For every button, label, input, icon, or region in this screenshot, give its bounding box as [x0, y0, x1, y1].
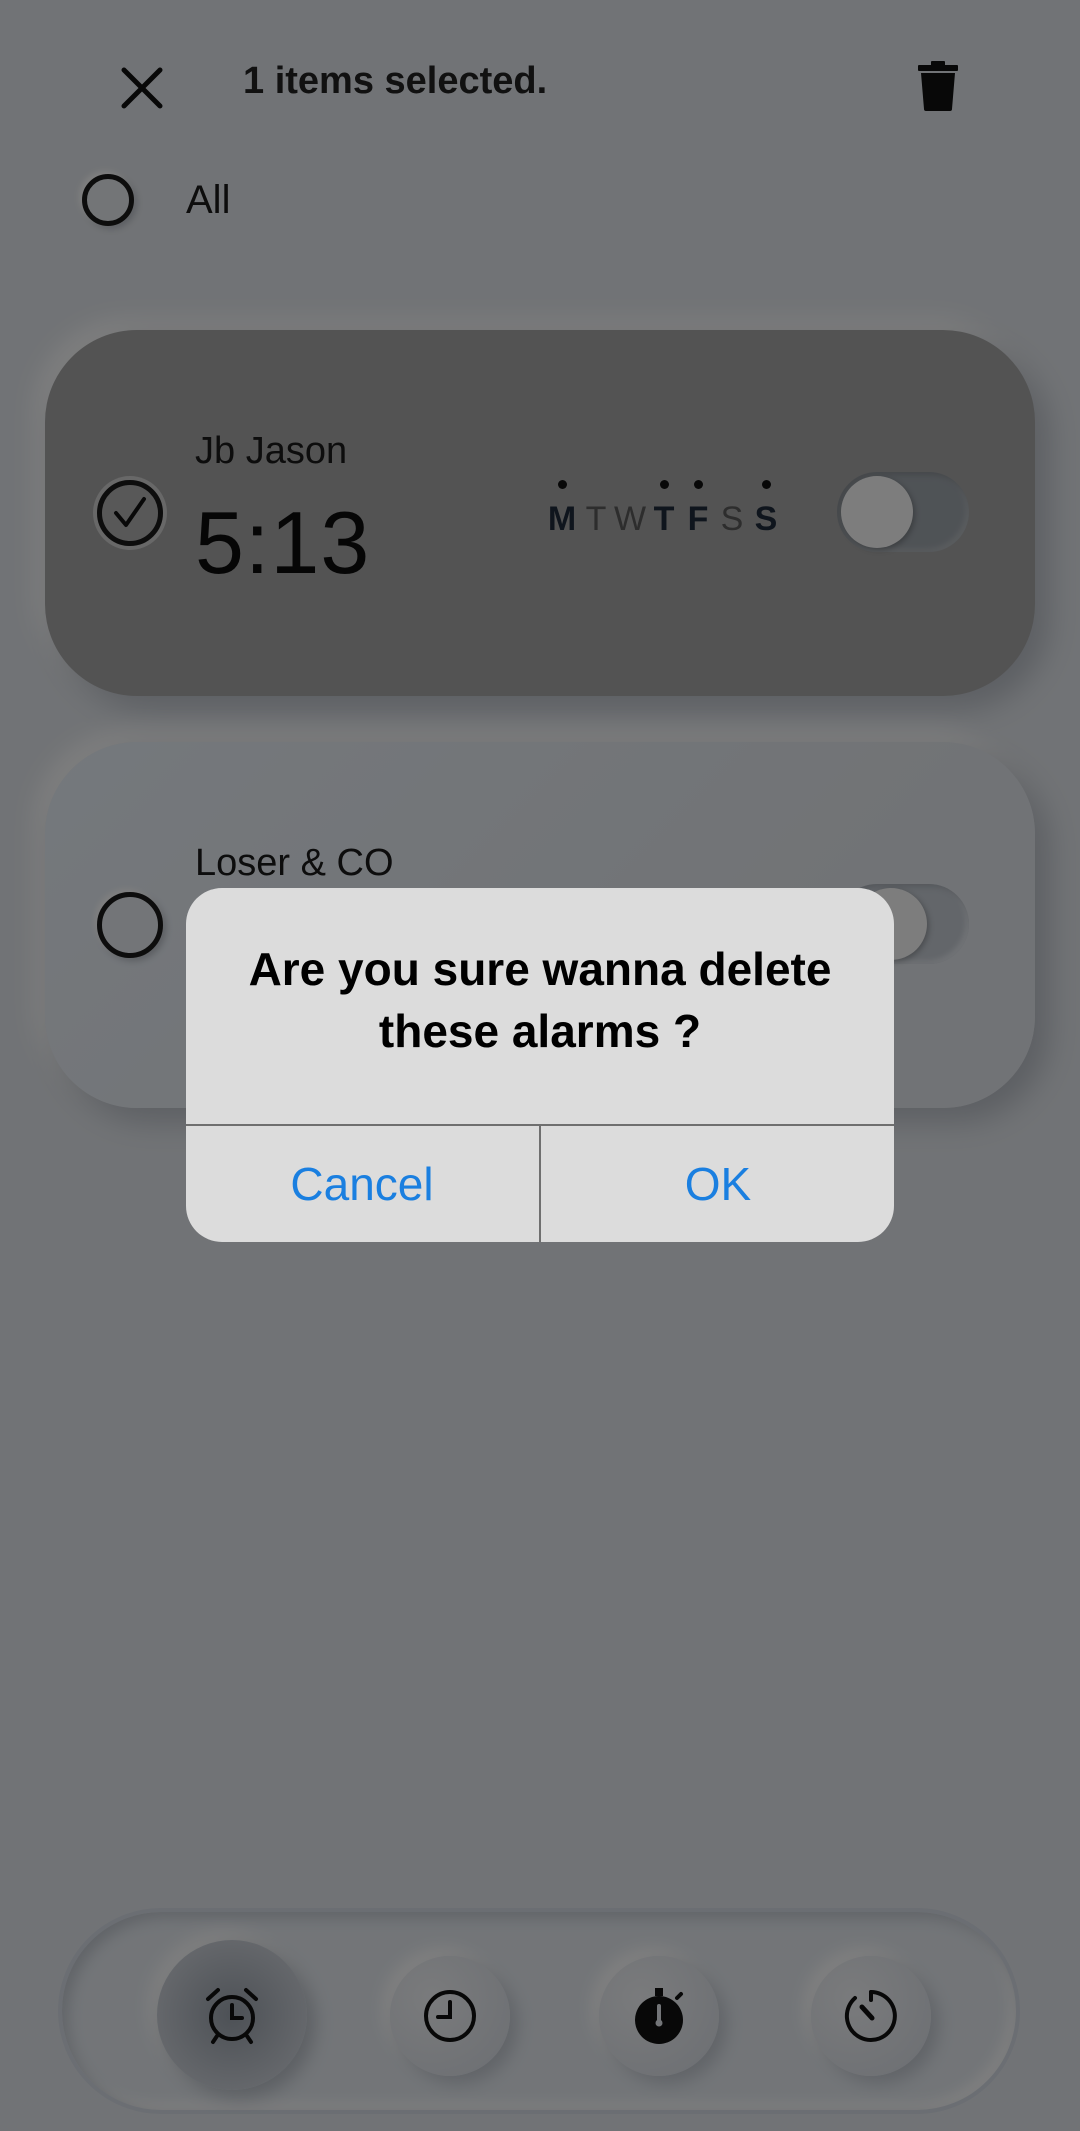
cancel-button[interactable]: Cancel — [186, 1126, 538, 1242]
dialog-button-divider — [539, 1124, 541, 1242]
delete-confirm-dialog: Are you sure wanna delete these alarms ?… — [186, 888, 894, 1242]
alarm-app-screen: 1 items selected. All Jb Jason 5:13 M T … — [0, 0, 1080, 2131]
ok-button[interactable]: OK — [542, 1126, 894, 1242]
dialog-message: Are you sure wanna delete these alarms ? — [248, 943, 832, 1057]
